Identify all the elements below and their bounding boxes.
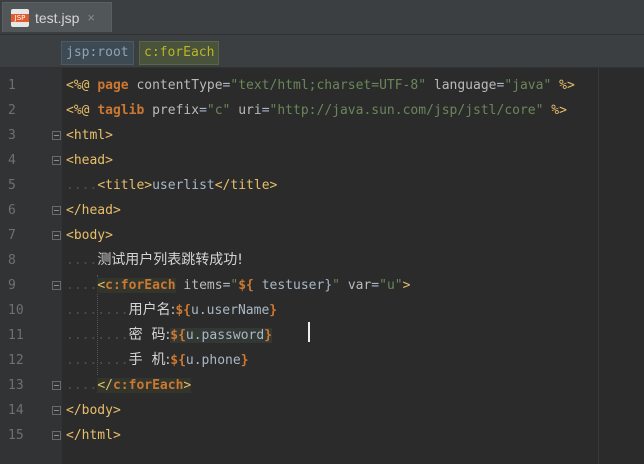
- code-line-3[interactable]: <html>: [66, 123, 113, 148]
- line-number: 14: [8, 403, 24, 418]
- jsp-file-icon-badge: JSP: [11, 13, 29, 22]
- line-number: 2: [8, 103, 16, 118]
- code-line-15[interactable]: </html>: [66, 423, 121, 448]
- code-line-14[interactable]: </body>: [66, 398, 121, 423]
- close-icon[interactable]: ×: [87, 10, 95, 25]
- line-number-gutter: 1 2 3 4 5 6 7 8 9 10 11 12 13 14 15: [0, 68, 62, 464]
- fold-marker-icon[interactable]: [52, 131, 61, 140]
- code-line-7[interactable]: <body>: [66, 223, 113, 248]
- code-line-9[interactable]: ....<c:forEach items="${ testuser}" var=…: [66, 273, 410, 298]
- line-number: 15: [8, 428, 24, 443]
- fold-marker-icon[interactable]: [52, 431, 61, 440]
- editor-tab-bar: JSP test.jsp ×: [0, 0, 644, 35]
- code-line-6[interactable]: </head>: [66, 198, 121, 223]
- breadcrumb-jsp-root[interactable]: jsp:root: [61, 41, 134, 65]
- code-line-5[interactable]: ....<title>userlist</title>: [66, 173, 277, 198]
- line-number: 12: [8, 353, 24, 368]
- fold-marker-icon[interactable]: [52, 406, 61, 415]
- right-margin-guide: [598, 68, 599, 464]
- code-line-13[interactable]: ....</c:forEach>: [66, 373, 192, 398]
- code-line-4[interactable]: <head>: [66, 148, 113, 173]
- code-line-11[interactable]: ........密 码:${u.password}: [66, 323, 273, 348]
- code-line-1[interactable]: <%@ page contentType="text/html;charset=…: [66, 73, 575, 98]
- line-number: 6: [8, 203, 16, 218]
- tab-filename: test.jsp: [35, 9, 80, 26]
- fold-marker-icon[interactable]: [52, 156, 61, 165]
- code-line-8[interactable]: ....测试用户列表跳转成功!: [66, 248, 243, 273]
- jsp-file-icon: JSP: [11, 8, 29, 27]
- fold-marker-icon[interactable]: [52, 231, 61, 240]
- line-number: 1: [8, 78, 16, 93]
- fold-marker-icon[interactable]: [52, 206, 61, 215]
- line-number: 13: [8, 378, 24, 393]
- code-line-10[interactable]: ........用户名:${u.userName}: [66, 298, 277, 323]
- line-number: 8: [8, 253, 16, 268]
- code-line-2[interactable]: <%@ taglib prefix="c" uri="http://java.s…: [66, 98, 567, 123]
- line-number: 9: [8, 278, 16, 293]
- fold-marker-icon[interactable]: [52, 281, 61, 290]
- line-number: 4: [8, 153, 16, 168]
- line-number: 11: [8, 328, 24, 343]
- line-number: 7: [8, 228, 16, 243]
- line-number: 5: [8, 178, 16, 193]
- line-number: 10: [8, 303, 24, 318]
- breadcrumb-c-foreach[interactable]: c:forEach: [139, 41, 220, 65]
- fold-marker-icon[interactable]: [52, 381, 61, 390]
- file-tab[interactable]: JSP test.jsp ×: [2, 2, 112, 32]
- breadcrumb: jsp:root c:forEach: [0, 35, 644, 68]
- code-line-12[interactable]: ........手 机:${u.phone}: [66, 348, 249, 373]
- text-cursor: [308, 322, 310, 342]
- line-number: 3: [8, 128, 16, 143]
